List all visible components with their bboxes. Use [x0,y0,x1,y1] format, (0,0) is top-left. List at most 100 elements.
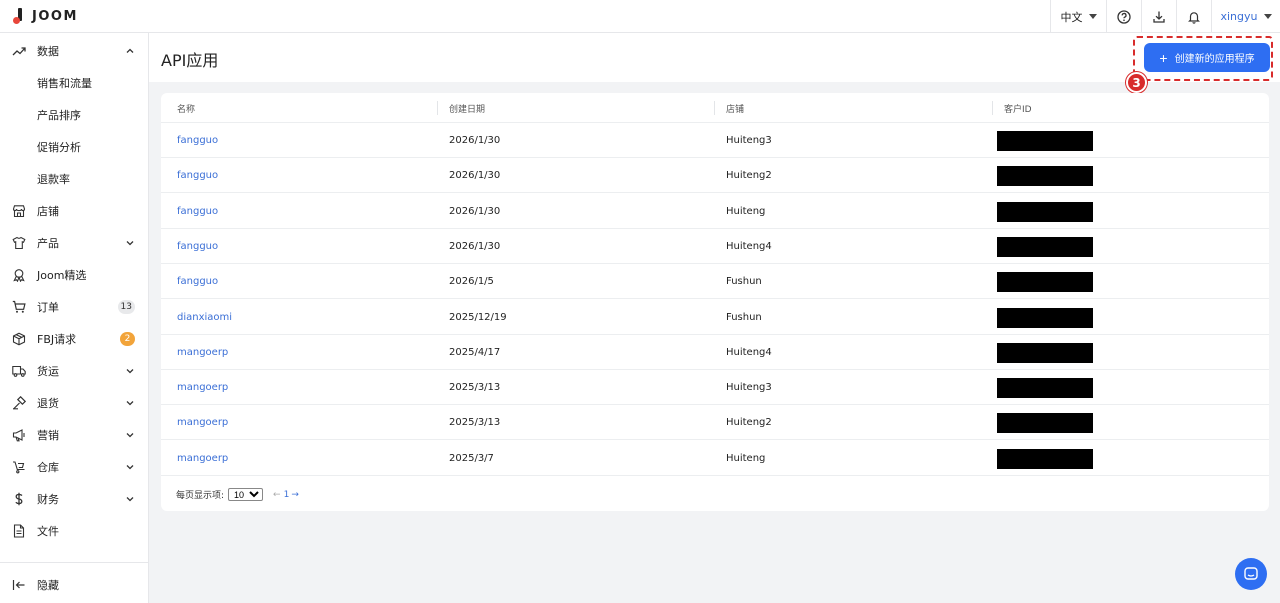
sidebar-item-label: 退货 [37,397,59,410]
store-icon [12,205,26,218]
sidebar-item-fbj-requests[interactable]: FBJ请求 2 [0,323,148,355]
sidebar-item-products[interactable]: 产品 [0,227,148,259]
app-name-link[interactable]: mangoerp [177,453,228,464]
help-circle-icon [1117,9,1131,24]
sidebar-item-store[interactable]: 店铺 [0,195,148,227]
username: xingyu [1220,10,1258,23]
sidebar-item-joom-select[interactable]: Joom精选 [0,259,148,291]
shirt-icon [12,236,26,250]
sidebar-item-refund-rate[interactable]: 退款率 [0,163,148,195]
table-row: mangoerp 2025/3/13 Huiteng2 [161,405,1269,441]
store-name: Huiteng2 [726,417,772,429]
prev-page-arrow[interactable]: ← [273,490,281,500]
chat-icon [1244,567,1258,580]
current-page[interactable]: 1 [284,490,290,500]
chat-button[interactable] [1235,558,1267,590]
redacted-client-id [997,131,1093,151]
next-page-arrow[interactable]: → [291,490,299,500]
table-row: mangoerp 2025/3/13 Huiteng3 [161,370,1269,406]
app-name-link[interactable]: dianxiaomi [177,312,232,323]
sidebar-item-files[interactable]: 文件 [0,515,148,547]
created-date: 2026/1/30 [449,205,501,217]
package-icon [12,332,26,346]
store-name: Huiteng4 [726,346,772,358]
notifications-button[interactable] [1176,0,1211,33]
brand-name: JOOM [32,8,78,24]
create-app-button[interactable]: + 创建新的应用程序 [1144,43,1270,72]
table-header: 名称 创建日期 店铺 客户ID [161,93,1269,123]
sidebar-divider [0,562,148,563]
sidebar-item-label: 店铺 [37,205,59,218]
app-name-link[interactable]: mangoerp [177,382,228,393]
redacted-client-id [997,448,1093,469]
file-icon [13,524,25,538]
sidebar-item-label: FBJ请求 [37,333,77,346]
sidebar-item-label: Joom精选 [37,269,87,282]
orders-count-badge: 13 [117,300,135,314]
app-name-link[interactable]: mangoerp [177,347,228,358]
app-name-link[interactable]: fangguo [177,170,218,181]
table-row: fangguo 2026/1/30 Huiteng3 [161,123,1269,158]
bell-icon [1188,11,1200,24]
redacted-client-id [997,236,1093,257]
megaphone-icon [12,429,25,442]
sidebar: 数据 销售和流量 产品排序 促销分析 退款率 店铺 产品 Joom精选 订单 1… [0,33,149,603]
download-button[interactable] [1141,0,1176,33]
plus-icon: + [1159,49,1168,66]
chevron-down-icon [1263,14,1272,19]
truck-icon [12,365,26,377]
sidebar-collapse-label: 隐藏 [37,579,59,592]
sidebar-item-shipping[interactable]: 货运 [0,355,148,387]
sidebar-item-data[interactable]: 数据 [0,35,148,67]
trend-up-icon [12,47,26,56]
table-row: dianxiaomi 2025/12/19 Fushun [161,300,1269,335]
redacted-client-id [997,307,1093,328]
chevron-down-icon [126,497,134,502]
sidebar-item-label: 促销分析 [37,141,81,154]
sidebar-item-orders[interactable]: 订单 13 [0,291,148,323]
api-apps-table: 名称 创建日期 店铺 客户ID fangguo 2026/1/30 Huiteng3… [161,93,1269,511]
app-name-link[interactable]: mangoerp [177,417,228,428]
store-name: Huiteng [726,205,766,217]
app-name-link[interactable]: fangguo [177,241,218,252]
per-page-select[interactable]: 10 [228,488,264,501]
created-date: 2025/3/13 [449,382,501,394]
sidebar-item-label: 财务 [37,493,59,506]
sidebar-item-promo-analysis[interactable]: 促销分析 [0,131,148,163]
store-name: Huiteng [726,452,766,464]
per-page-label: 每页显示项: [176,491,225,501]
hammer-icon [13,396,26,410]
column-divider [714,101,715,115]
sidebar-item-returns[interactable]: 退货 [0,387,148,419]
created-date: 2026/1/30 [449,170,501,182]
language-selector[interactable]: 中文 [1050,0,1106,33]
sidebar-item-sales-traffic[interactable]: 销售和流量 [0,67,148,99]
sidebar-item-label: 订单 [37,301,59,314]
sidebar-item-product-ranking[interactable]: 产品排序 [0,99,148,131]
chevron-up-icon [126,48,134,53]
cart-icon [12,300,26,313]
sidebar-item-warehouse[interactable]: 仓库 [0,451,148,483]
sidebar-item-label: 货运 [37,365,59,378]
chevron-down-icon [1088,14,1097,19]
help-button[interactable] [1106,0,1141,33]
app-name-link[interactable]: fangguo [177,206,218,217]
chevron-down-icon [126,401,134,406]
sidebar-collapse-button[interactable]: 隐藏 [0,569,148,601]
chevron-down-icon [126,433,134,438]
sidebar-item-label: 数据 [37,45,59,58]
column-header-client-id: 客户ID [1004,105,1032,115]
table-row: fangguo 2026/1/30 Huiteng [161,194,1269,229]
award-icon [13,269,25,282]
joom-logo[interactable]: JOOM [0,0,78,33]
redacted-client-id [997,166,1093,187]
created-date: 2026/1/30 [449,240,501,252]
user-menu[interactable]: xingyu [1211,0,1280,33]
dollar-icon [15,492,23,506]
app-name-link[interactable]: fangguo [177,135,218,146]
sidebar-item-marketing[interactable]: 营销 [0,419,148,451]
sidebar-item-finance[interactable]: 财务 [0,483,148,515]
app-name-link[interactable]: fangguo [177,276,218,287]
column-header-date: 创建日期 [449,105,486,115]
store-name: Huiteng3 [726,382,772,394]
